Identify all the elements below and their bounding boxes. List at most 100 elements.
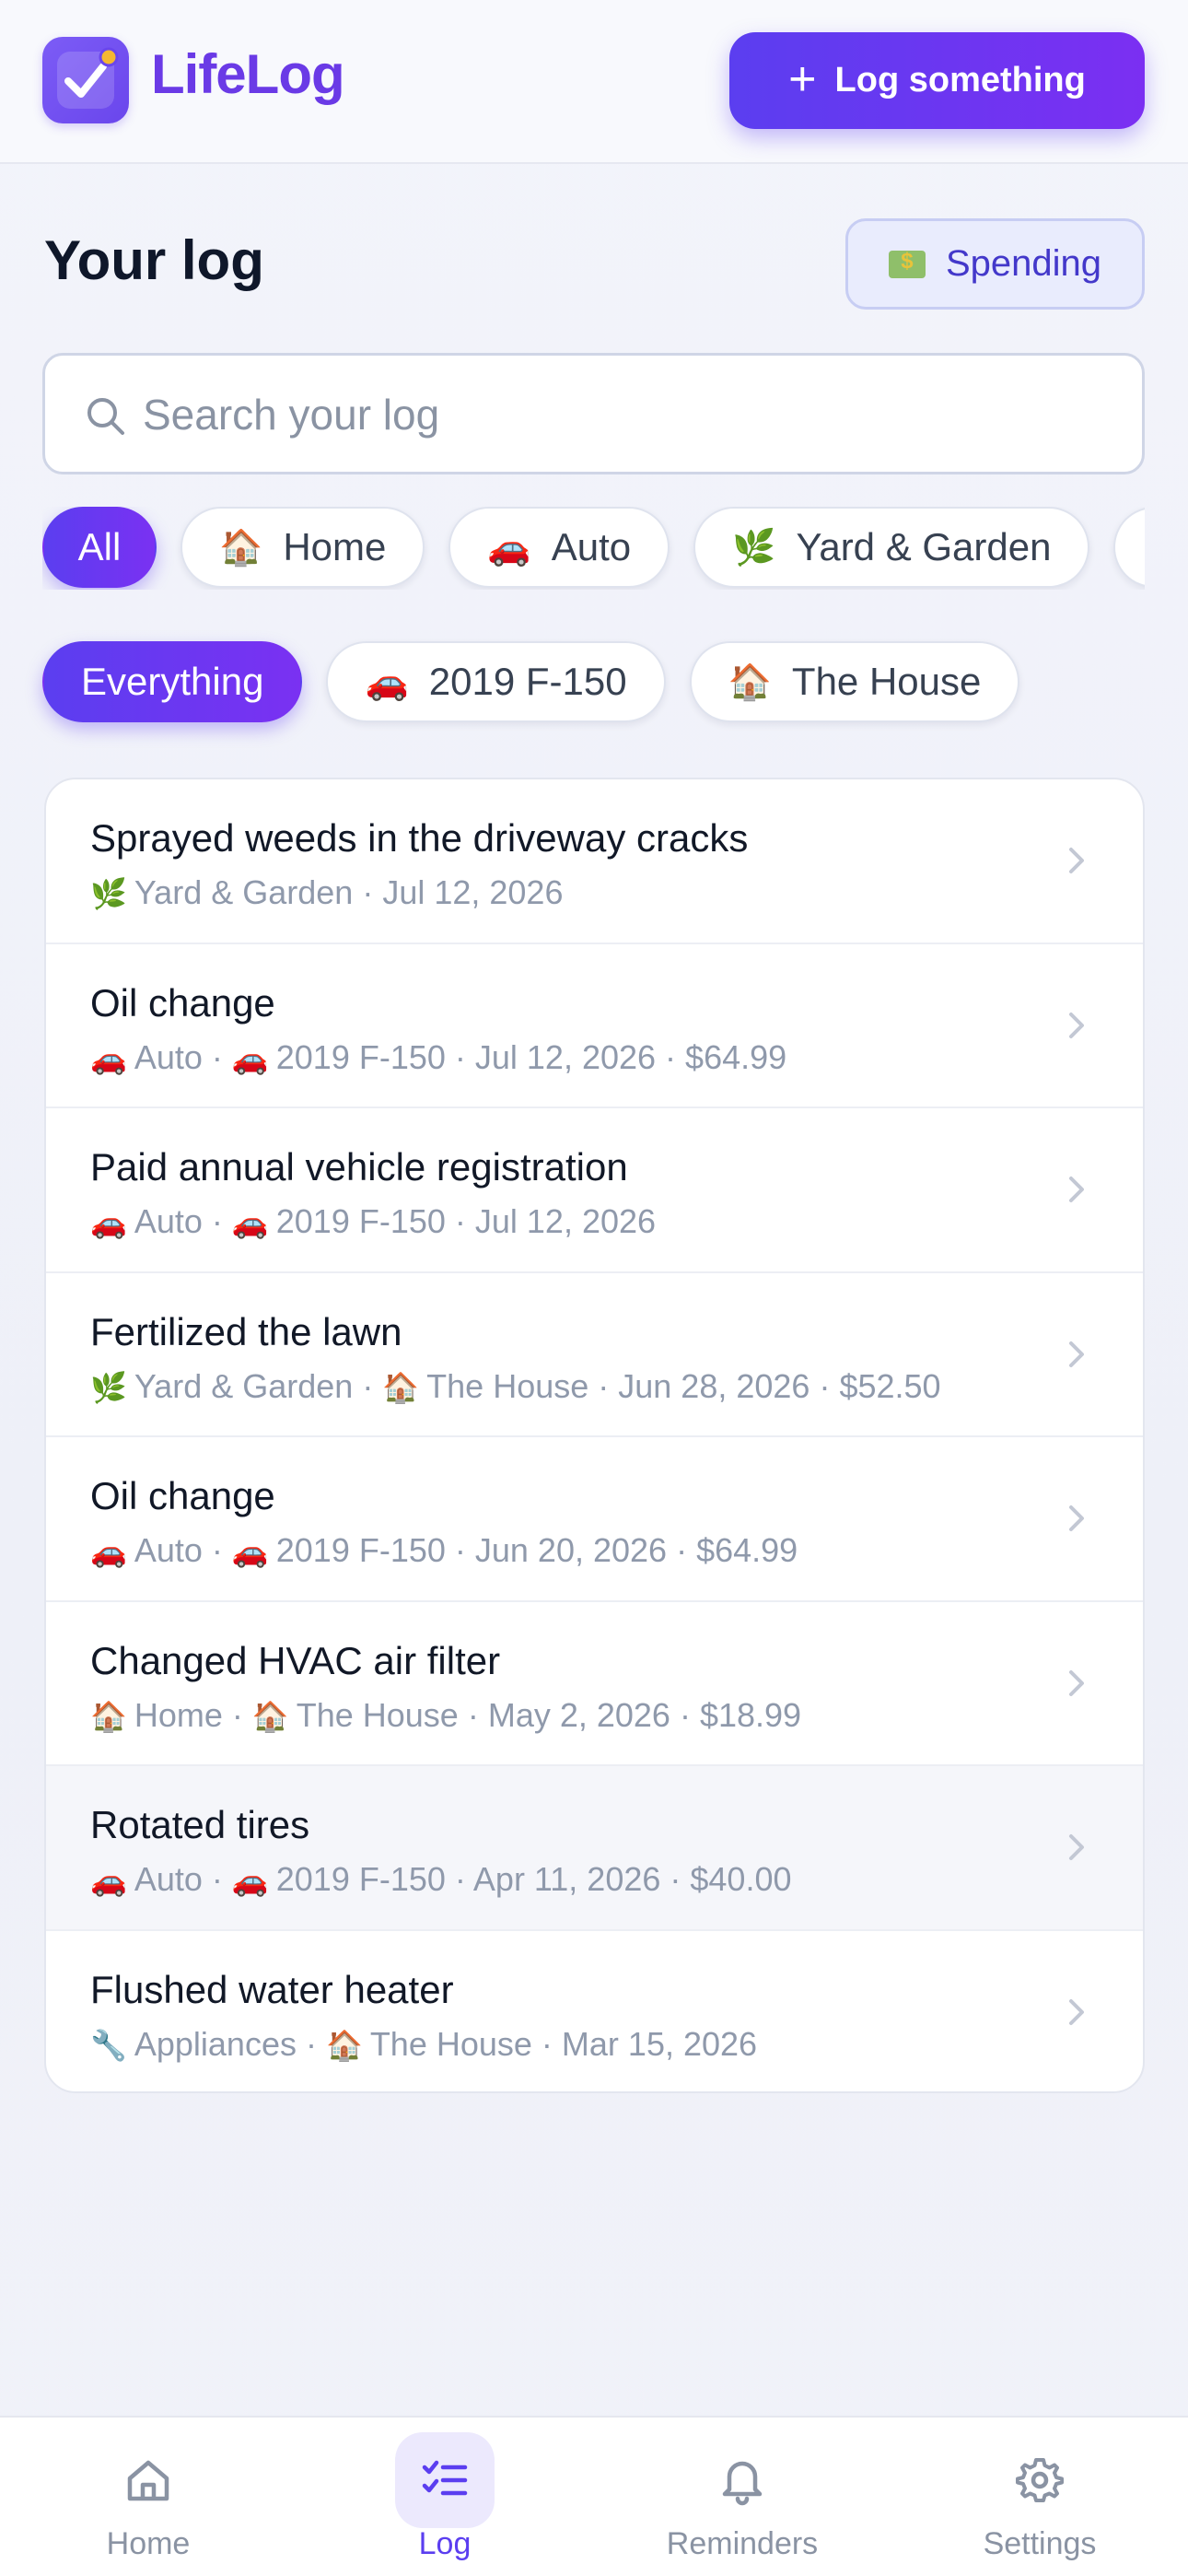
chevron-right-icon <box>1069 1341 1084 1367</box>
entry-amount: $64.99 <box>685 1037 787 1076</box>
log-entry-row[interactable]: Paid annual vehicle registration 🚗 Auto · … <box>46 1108 1143 1273</box>
bell-icon <box>693 2432 792 2528</box>
page-title: Your log <box>44 229 264 291</box>
plus-icon: + <box>788 52 817 106</box>
spending-button[interactable]: Spending <box>845 218 1145 310</box>
chevron-right-icon <box>1069 848 1084 873</box>
log-entry-row[interactable]: Oil change 🚗 Auto · 🚗 2019 F-150 · Jun 20, … <box>46 1437 1143 1602</box>
meta-separator: · <box>202 1037 232 1076</box>
entry-category: Appliances <box>134 2024 297 2063</box>
category-icon: 🔧 <box>90 2027 127 2063</box>
asset-filter-row: Everything 🚗 2019 F-150 🏠 The House <box>42 641 1020 724</box>
category-icon: 🌿 <box>90 1369 127 1405</box>
category-icon: 🏠 <box>90 1698 127 1734</box>
entry-asset: 2019 F-150 <box>275 1202 446 1240</box>
entry-asset: The House <box>369 2024 532 2063</box>
nav-log[interactable]: Log <box>353 2418 537 2576</box>
chip-appliances[interactable]: 🔧 <box>1113 507 1145 588</box>
entry-category: Auto <box>134 1037 203 1076</box>
chip-all[interactable]: All <box>42 507 157 588</box>
car-icon: 🚗 <box>365 662 409 702</box>
chip-yard-garden[interactable]: 🌿 Yard & Garden <box>693 507 1090 588</box>
meta-separator: · <box>445 1531 475 1569</box>
meta-separator: · <box>660 1860 691 1898</box>
entry-title: Oil change <box>90 1474 275 1517</box>
chip-auto[interactable]: 🚗 Auto <box>448 507 670 588</box>
entry-asset: 2019 F-150 <box>275 1037 446 1076</box>
leaf-icon: 🌿 <box>732 527 776 568</box>
log-entry-row[interactable]: Oil change 🚗 Auto · 🚗 2019 F-150 · Jul 12, … <box>46 944 1143 1108</box>
entry-title: Paid annual vehicle registration <box>90 1145 628 1188</box>
chip-home[interactable]: 🏠 Home <box>181 507 425 588</box>
entry-amount: $40.00 <box>690 1860 792 1898</box>
entry-category: Yard & Garden <box>134 1366 354 1405</box>
entry-date: Jul 12, 2026 <box>382 873 564 911</box>
search-icon <box>87 398 124 435</box>
entry-title: Rotated tires <box>90 1803 310 1846</box>
entry-category: Yard & Garden <box>134 873 354 911</box>
entry-meta: 🌿 Yard & Garden · Jul 12, 2026 <box>90 873 563 912</box>
category-icon: 🚗 <box>90 1205 127 1240</box>
chevron-right-icon <box>1069 1012 1084 1038</box>
meta-separator: · <box>667 1531 697 1569</box>
entry-title: Sprayed weeds in the driveway cracks <box>90 816 749 860</box>
bottom-nav: Home Log Reminders Settings <box>0 2416 1188 2576</box>
entry-date: Apr 11, 2026 <box>472 1860 661 1898</box>
meta-separator: · <box>353 873 383 911</box>
log-entry-row[interactable]: Flushed water heater 🔧 Appliances · 🏠 The H… <box>46 1931 1143 2092</box>
entry-asset: The House <box>296 1695 459 1734</box>
asset-icon: 🏠 <box>325 2027 363 2063</box>
nav-reminders[interactable]: Reminders <box>650 2418 834 2576</box>
category-icon: 🚗 <box>90 1040 127 1076</box>
asset-icon: 🚗 <box>231 1205 269 1240</box>
chip-label: Auto <box>551 525 632 568</box>
entry-date: Mar 15, 2026 <box>561 2024 758 2063</box>
entry-asset: The House <box>426 1366 589 1405</box>
asset-icon: 🏠 <box>382 1369 420 1405</box>
meta-separator: · <box>670 1695 700 1734</box>
entry-meta: 🌿 Yard & Garden · 🏠 The House · Jun 28, 20… <box>90 1367 941 1406</box>
asset-icon: 🚗 <box>231 1863 269 1898</box>
chevron-right-icon <box>1069 1177 1084 1202</box>
log-entry-row[interactable]: Fertilized the lawn 🌿 Yard & Garden · 🏠 The… <box>46 1273 1143 1437</box>
meta-separator: · <box>202 1860 232 1898</box>
meta-separator: · <box>222 1695 252 1734</box>
log-entry-row[interactable]: Sprayed weeds in the driveway cracks 🌿 Yar… <box>46 779 1143 944</box>
entry-date: Jul 12, 2026 <box>474 1037 657 1076</box>
category-icon: 🌿 <box>90 876 127 911</box>
search-input[interactable] <box>143 374 1119 455</box>
entry-title: Fertilized the lawn <box>90 1309 402 1353</box>
entry-meta: 🚗 Auto · 🚗 2019 F-150 · Apr 11, 2026 · $40… <box>90 1860 792 1899</box>
chip-label: The House <box>791 660 982 703</box>
nav-label: Log <box>418 2526 472 2561</box>
chip-label: 2019 F-150 <box>428 660 627 703</box>
meta-separator: · <box>588 1366 619 1405</box>
entry-meta: 🔧 Appliances · 🏠 The House · Mar 15, 2026 <box>90 2025 757 2064</box>
chip-f150[interactable]: 🚗 2019 F-150 <box>326 641 666 722</box>
entry-category: Auto <box>134 1531 203 1569</box>
search-box[interactable] <box>42 353 1145 474</box>
entry-date: Jun 28, 2026 <box>618 1366 810 1405</box>
entry-title: Oil change <box>90 980 275 1025</box>
chevron-right-icon <box>1069 1505 1084 1531</box>
meta-separator: · <box>353 1366 383 1405</box>
nav-label: Settings <box>983 2526 1097 2561</box>
chevron-right-icon <box>1069 1669 1084 1696</box>
meta-separator: · <box>202 1202 232 1240</box>
nav-settings[interactable]: Settings <box>948 2418 1132 2576</box>
entry-asset: 2019 F-150 <box>275 1860 446 1898</box>
chip-everything[interactable]: Everything <box>42 641 303 722</box>
meta-separator: · <box>445 1037 475 1076</box>
nav-home[interactable]: Home <box>56 2418 240 2576</box>
entry-asset: 2019 F-150 <box>275 1531 446 1569</box>
asset-icon: 🏠 <box>251 1698 289 1734</box>
log-entry-row[interactable]: Rotated tires 🚗 Auto · 🚗 2019 F-150 · Apr 1… <box>46 1766 1143 1931</box>
app-name: LifeLog <box>151 43 345 105</box>
meta-separator: · <box>656 1037 686 1076</box>
log-entry-row[interactable]: Changed HVAC air filter 🏠 Home · 🏠 The Hous… <box>46 1602 1143 1766</box>
log-something-button[interactable]: + Log something <box>729 32 1145 129</box>
chip-the-house[interactable]: 🏠 The House <box>689 641 1020 722</box>
chip-label: All <box>77 525 122 568</box>
meta-separator: · <box>445 1860 473 1898</box>
meta-separator: · <box>296 2024 326 2063</box>
